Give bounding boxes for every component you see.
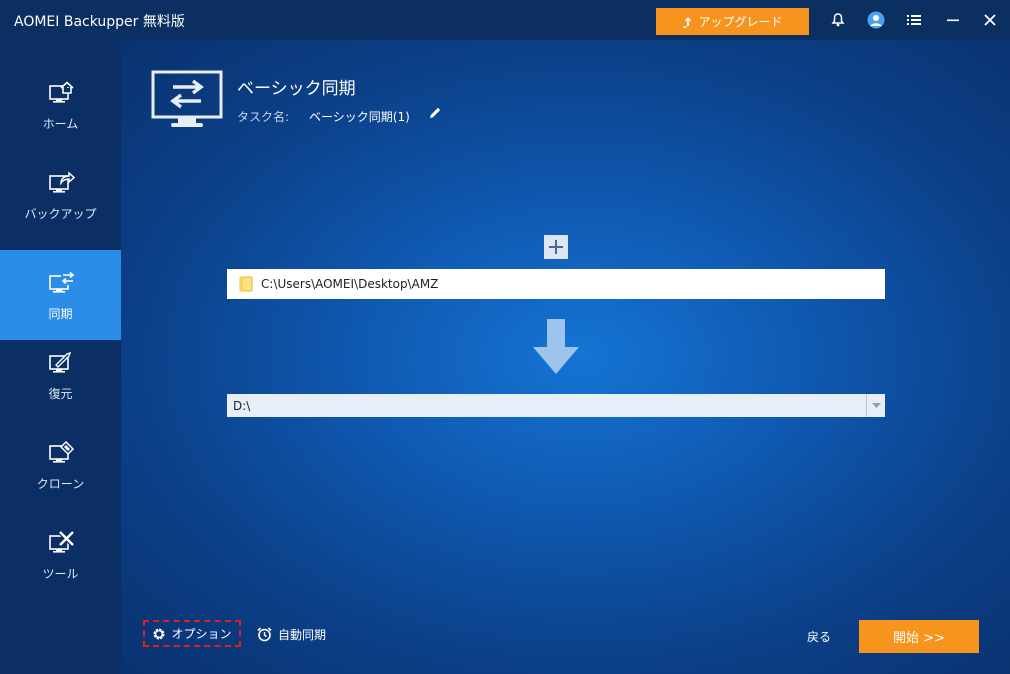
source-path: C:\Users\AOMEI\Desktop\AMZ [261, 277, 439, 291]
dropdown-button[interactable] [866, 394, 885, 417]
sync-task-icon [151, 70, 223, 127]
sidebar-item-clone[interactable]: クローン [0, 420, 121, 510]
app-title: AOMEI Backupper 無料版 [14, 14, 185, 30]
gear-icon [153, 628, 165, 639]
sidebar-item-label: ホーム [42, 116, 79, 131]
destination-select[interactable]: D:\ [227, 394, 885, 417]
main-panel: ベーシック同期 タスク名: ベーシック同期(1) C:\Users\AOMEI\… [121, 40, 1010, 674]
sidebar-item-label: クローン [36, 476, 85, 491]
minimize-icon[interactable] [942, 9, 964, 31]
app-window: AOMEI Backupper 無料版 アップグレード ホーム バックアップ 同… [0, 0, 1010, 674]
menu-icon[interactable] [903, 9, 925, 31]
bell-icon[interactable] [827, 9, 849, 31]
tools-icon [48, 529, 75, 553]
sync-icon [48, 270, 74, 293]
sidebar-item-label: 同期 [48, 306, 73, 321]
options-label: オプション [171, 627, 232, 641]
arrow-down-icon [533, 319, 579, 374]
schedule-label: 自動同期 [278, 628, 327, 642]
user-icon[interactable] [865, 9, 887, 31]
page-title: ベーシック同期 [237, 79, 356, 99]
back-button[interactable]: 戻る [807, 628, 831, 645]
sidebar: ホーム バックアップ 同期 復元 クローン ツール [0, 40, 121, 674]
upgrade-arrow-icon [683, 16, 692, 28]
home-icon [48, 80, 74, 103]
backup-icon [48, 170, 75, 193]
chevron-down-icon [871, 402, 881, 408]
title-bar: AOMEI Backupper 無料版 アップグレード [0, 0, 1010, 40]
task-name-value: ベーシック同期(1) [309, 110, 410, 124]
destination-value: D:\ [233, 398, 251, 413]
upgrade-label: アップグレード [698, 15, 783, 29]
restore-icon [48, 351, 71, 373]
sidebar-item-label: ツール [42, 566, 79, 581]
options-button[interactable]: オプション [143, 620, 241, 647]
sidebar-item-label: バックアップ [24, 206, 97, 221]
close-icon[interactable] [979, 9, 1001, 31]
folder-icon [239, 276, 253, 292]
source-folder-field[interactable]: C:\Users\AOMEI\Desktop\AMZ [227, 269, 885, 299]
upgrade-button[interactable]: アップグレード [656, 8, 809, 35]
sidebar-item-restore[interactable]: 復元 [0, 330, 121, 420]
clone-icon [48, 440, 74, 463]
sidebar-item-sync[interactable]: 同期 [0, 250, 121, 340]
sidebar-item-tools[interactable]: ツール [0, 510, 121, 600]
pencil-icon[interactable] [428, 106, 442, 120]
schedule-sync-button[interactable]: 自動同期 [257, 626, 326, 643]
sidebar-item-backup[interactable]: バックアップ [0, 150, 121, 240]
plus-icon [549, 240, 563, 254]
add-source-button[interactable] [544, 235, 568, 259]
start-button[interactable]: 開始 >> [859, 620, 979, 653]
alarm-clock-icon [257, 627, 272, 642]
sidebar-item-home[interactable]: ホーム [0, 60, 121, 150]
task-name-label: タスク名: [237, 110, 290, 124]
sidebar-item-label: 復元 [48, 386, 73, 401]
